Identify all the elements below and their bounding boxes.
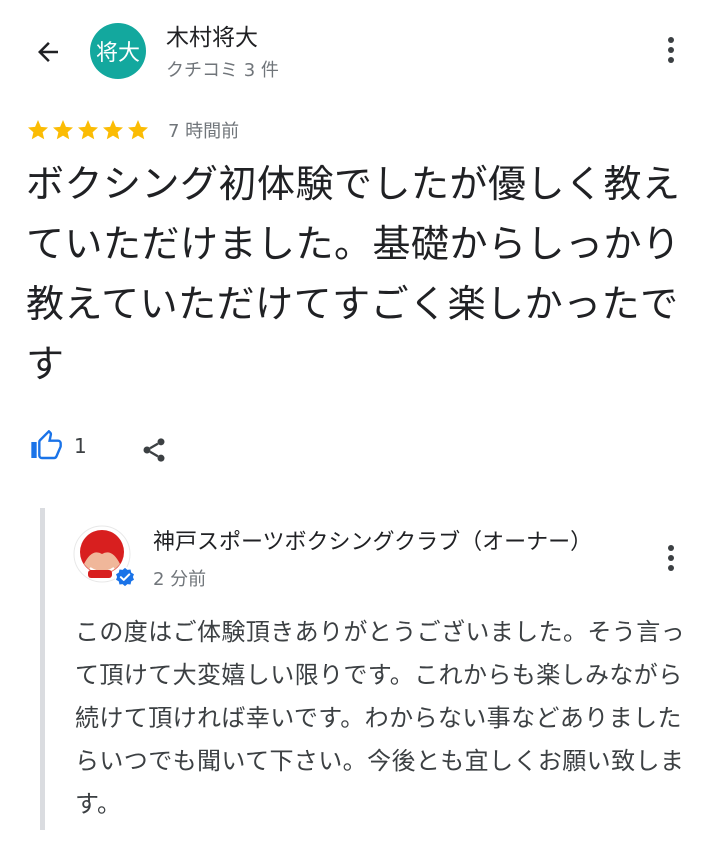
star-icon (78, 120, 98, 140)
share-button[interactable] (136, 432, 172, 468)
owner-avatar[interactable] (72, 524, 136, 588)
owner-reply-text: この度はご体験頂きありがとうございました。そう言って頂けて大変嬉しい限りです。こ… (75, 618, 685, 818)
share-icon (143, 438, 165, 462)
more-vert-icon (668, 37, 674, 63)
reviewer-name[interactable]: 木村将大 (166, 18, 258, 52)
more-vert-icon (668, 545, 674, 571)
like-count: 1 (74, 434, 87, 458)
back-button[interactable] (26, 30, 70, 74)
star-icon (28, 120, 48, 140)
arrow-back-icon (38, 42, 58, 62)
reviewer-avatar[interactable]: 将大 (90, 23, 146, 79)
review-count: クチコミ 3 件 (166, 60, 279, 81)
owner-name[interactable]: 神戸スポーツボクシングクラブ（オーナー） (153, 524, 633, 556)
star-rating (26, 118, 150, 142)
reply-divider (40, 508, 45, 830)
review-time: 7 時間前 (168, 121, 240, 142)
reply-more-options-button[interactable] (656, 538, 686, 578)
thumbs-up-icon (31, 430, 62, 460)
like-button[interactable]: 1 (30, 430, 87, 462)
more-options-button[interactable] (656, 30, 686, 70)
star-icon (128, 120, 148, 140)
verified-badge-icon (114, 566, 136, 588)
review-text: ボクシング初体験でしたが優しく教えていただけました。基礎からしっかり教えていただ… (26, 162, 681, 386)
owner-reply-time: 2 分前 (153, 569, 207, 590)
star-icon (103, 120, 123, 140)
star-icon (53, 120, 73, 140)
